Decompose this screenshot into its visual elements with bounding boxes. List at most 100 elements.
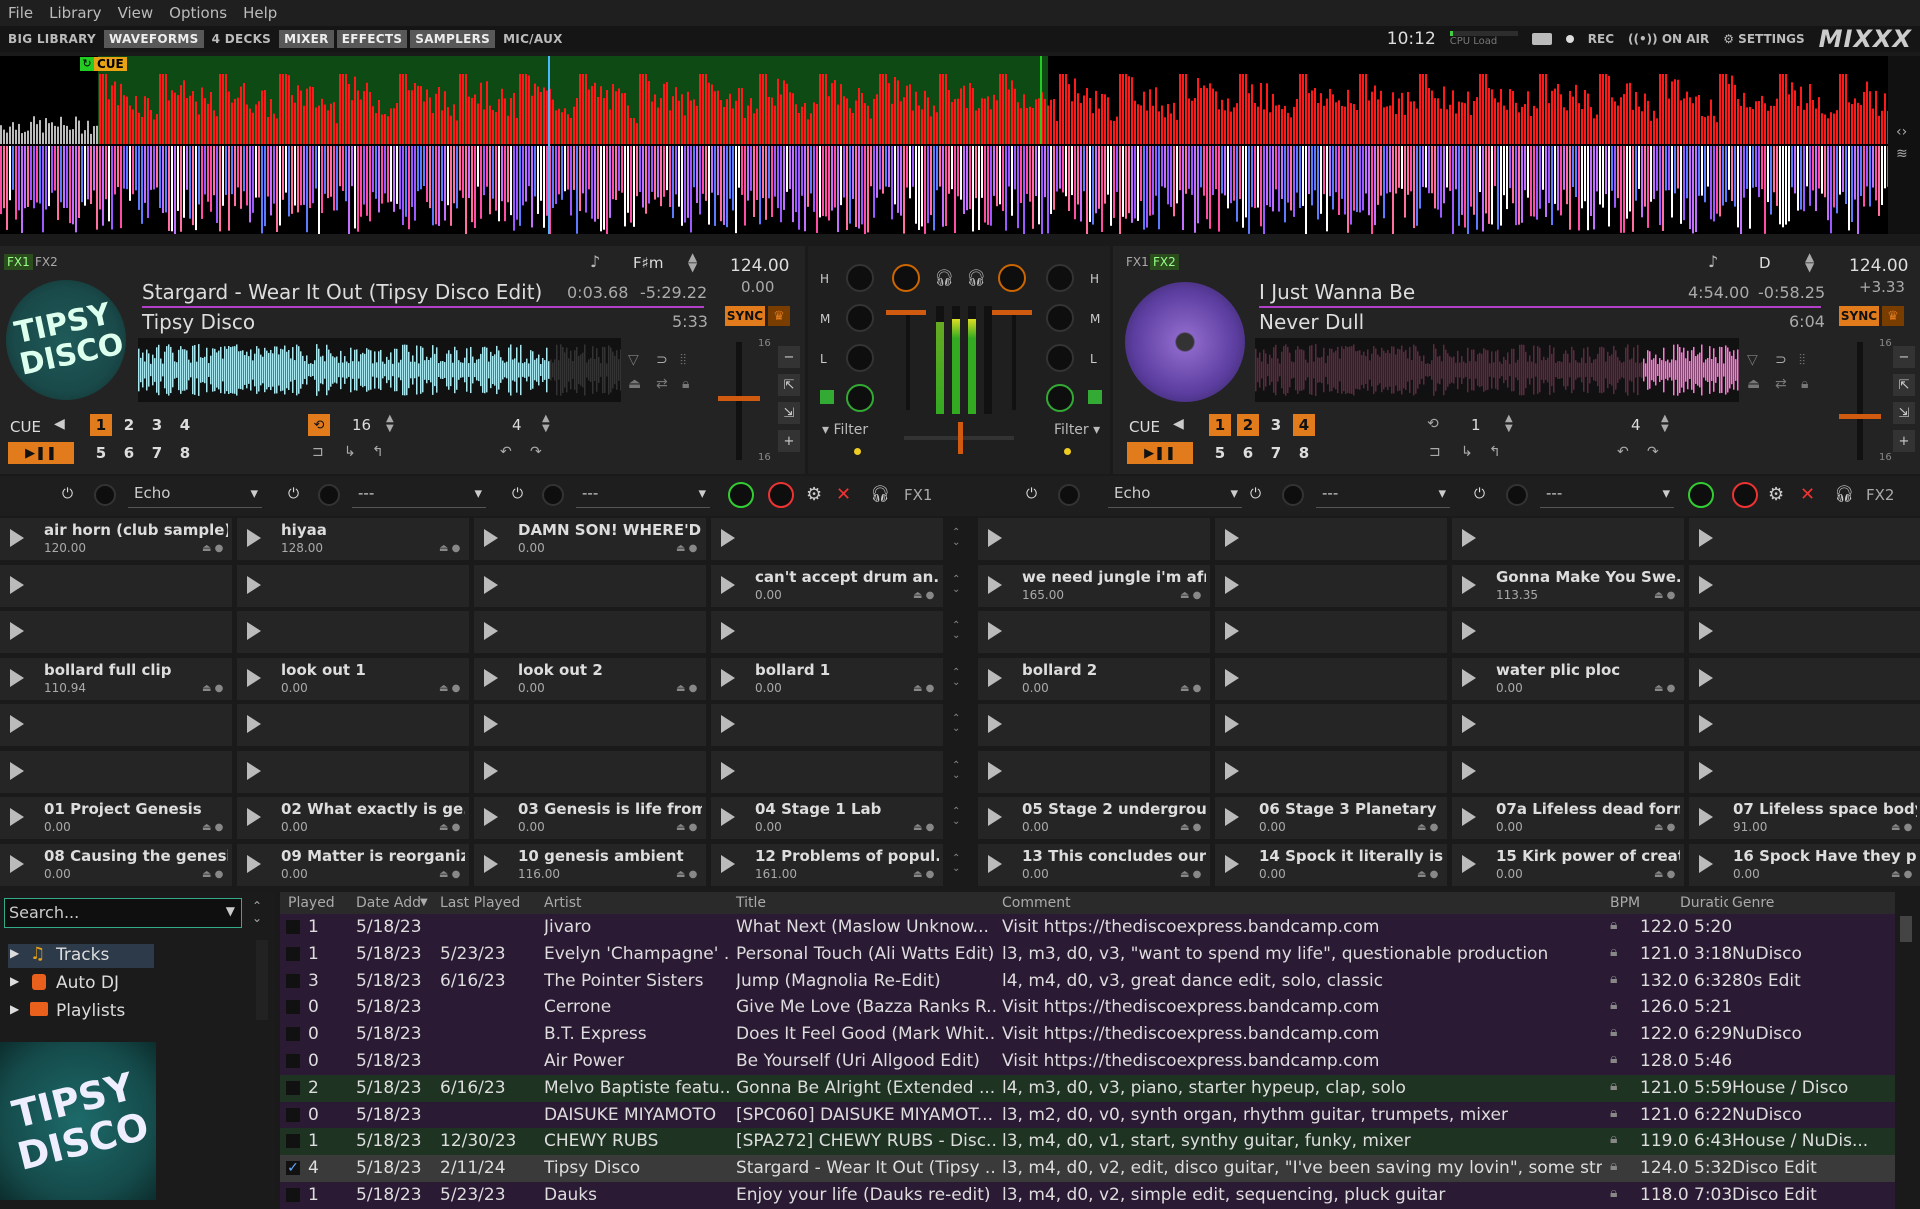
sampler-19[interactable]	[474, 611, 706, 653]
fx2-slot1-power-icon[interactable]: ⏻	[1026, 486, 1037, 502]
deck2-rate-minus[interactable]: −	[1893, 346, 1915, 368]
played-checkbox[interactable]	[286, 1134, 300, 1149]
sampler-39[interactable]	[1452, 704, 1684, 746]
sampler-play-icon[interactable]	[721, 854, 735, 873]
mixer-button[interactable]: MIXER	[279, 30, 334, 48]
played-checkbox[interactable]	[286, 946, 300, 961]
fx1-slot2-select[interactable]: --- ▾	[352, 484, 486, 508]
fx2-slot3-knob[interactable]	[1506, 484, 1528, 506]
fx2-slot2-select[interactable]: --- ▾	[1316, 484, 1450, 508]
played-checkbox[interactable]	[286, 973, 300, 988]
sampler-eject-icon[interactable]: ⏏ ●	[439, 543, 461, 554]
sampler-1[interactable]: air horn (club sample)... 120.00 ⏏ ●	[0, 518, 232, 560]
deck1-loop-toggle[interactable]: ⟲	[308, 414, 330, 436]
ch2-gain-knob[interactable]	[998, 264, 1026, 292]
deck1-rate-minus[interactable]: −	[778, 346, 800, 368]
bpm-lock-icon[interactable]: 🔒︎	[1610, 917, 1617, 933]
sampler-3[interactable]: DAMN SON! WHERE'D ...0.00⏏ ●	[474, 518, 706, 560]
sampler-10[interactable]	[237, 564, 469, 607]
sampler-14[interactable]	[1215, 564, 1447, 607]
tracks-expand-icon[interactable]: ▶	[10, 946, 19, 960]
sampler-play-icon[interactable]	[484, 761, 498, 780]
sampler-play-icon[interactable]	[247, 668, 261, 687]
sampler-37[interactable]	[978, 704, 1210, 746]
sampler-play-icon[interactable]	[484, 808, 498, 826]
sampler-eject-icon[interactable]: ⏏ ●	[202, 683, 224, 694]
sampler-eject-icon[interactable]: ⏏ ●	[913, 822, 935, 833]
table-row[interactable]: 2 5/18/23 6/16/23 Melvo Baptiste featu... Go…	[280, 1074, 1895, 1102]
played-checkbox[interactable]	[286, 1080, 300, 1095]
deck1-fx1-toggle[interactable]: FX1	[4, 254, 33, 270]
fx1-slot2-knob[interactable]	[318, 484, 340, 506]
sampler-2[interactable]: hiyaa 128.00 ⏏ ●	[237, 518, 469, 560]
sampler-play-icon[interactable]	[721, 668, 735, 687]
deck2-cover-art[interactable]	[1125, 282, 1245, 402]
sampler-row-toggle-icon[interactable]: ⌃ ⌄	[952, 574, 960, 595]
sampler-eject-icon[interactable]: ⏏ ●	[676, 543, 698, 554]
fx2-slot2-power-icon[interactable]: ⏻	[1250, 486, 1261, 502]
sampler-row-toggle-icon[interactable]: ⌃ ⌄	[952, 528, 960, 548]
waveform-options-icon[interactable]: ≋	[1896, 146, 1908, 162]
deck1-key[interactable]: F♯m	[633, 254, 664, 272]
search-input[interactable]: Search... ▼	[4, 898, 242, 928]
rec-button[interactable]: REC	[1588, 32, 1614, 46]
sampler-54[interactable]: 06 Stage 3 Planetary 0.00 ⏏ ●	[1215, 797, 1447, 839]
sampler-40[interactable]	[1689, 704, 1920, 746]
deck2-hotcue-4[interactable]: 4	[1293, 414, 1315, 436]
deck2-hotcue-5[interactable]: 5	[1209, 442, 1231, 464]
bpm-lock-icon[interactable]: 🔒︎	[1610, 944, 1617, 960]
deck1-hotcue-2[interactable]: 2	[118, 414, 140, 436]
col-comment[interactable]: Comment	[1002, 895, 1071, 911]
deck1-hotcue-4[interactable]: 4	[174, 414, 196, 436]
deck1-cue-label[interactable]: CUE	[10, 418, 41, 436]
sampler-eject-icon[interactable]: ⏏ ●	[913, 683, 935, 694]
samplers-button[interactable]: SAMPLERS	[410, 30, 496, 48]
deck2-play-button[interactable]: ▶❚❚	[1127, 442, 1193, 464]
deck1-rate-plus[interactable]: +	[778, 430, 800, 452]
sampler-play-icon[interactable]	[1225, 668, 1239, 687]
col-duration[interactable]: Duration	[1680, 895, 1728, 911]
played-checkbox[interactable]	[286, 1000, 300, 1015]
sampler-play-icon[interactable]	[988, 808, 1002, 826]
fx1-clear-icon[interactable]: ✕	[836, 484, 851, 505]
col-genre[interactable]: Genre	[1732, 895, 1774, 911]
sampler-50[interactable]: 02 What exactly is ge... 0.00 ⏏ ●	[237, 797, 469, 839]
deck1-nudge-back[interactable]: ⇱	[778, 374, 800, 396]
fx1-super-knob[interactable]	[768, 482, 794, 508]
sidebar-item-playlists[interactable]: ▶ Playlists	[8, 1000, 154, 1024]
fx1-slot1-knob[interactable]	[94, 484, 116, 506]
sampler-9[interactable]	[0, 564, 232, 607]
sampler-play-icon[interactable]	[1699, 715, 1713, 733]
ch1-eq-kill-icon[interactable]	[820, 390, 834, 404]
ch2-volume-fader-handle[interactable]	[992, 310, 1032, 315]
fx2-slot3-power-icon[interactable]: ⏻	[1474, 486, 1485, 502]
broadcast-icon[interactable]	[1531, 33, 1552, 45]
sampler-34[interactable]	[237, 704, 469, 746]
sampler-play-icon[interactable]	[1225, 854, 1239, 873]
sampler-play-icon[interactable]	[1462, 854, 1476, 873]
menu-options[interactable]: Options	[161, 0, 235, 26]
fx1-settings-icon[interactable]: ⚙	[806, 484, 822, 505]
sampler-43[interactable]	[474, 750, 706, 793]
fx1-slot3-select[interactable]: --- ▾	[576, 484, 710, 508]
sampler-53[interactable]: 05 Stage 2 underground0.00⏏ ●	[978, 797, 1210, 839]
table-row[interactable]: 0 5/18/23 B.T. Express Does It Feel Good (M…	[280, 1021, 1895, 1048]
sampler-16[interactable]	[1689, 564, 1920, 607]
sampler-play-icon[interactable]	[721, 715, 735, 733]
sampler-play-icon[interactable]	[1699, 854, 1713, 873]
sampler-31[interactable]: water plic ploc 0.00 ⏏ ●	[1452, 657, 1684, 700]
bpm-lock-icon[interactable]: 🔒︎	[1610, 1158, 1617, 1174]
sampler-play-icon[interactable]	[484, 622, 498, 640]
sampler-play-icon[interactable]	[721, 622, 735, 640]
deck2-lock-icon[interactable]: 🔒︎	[1801, 376, 1808, 392]
played-checkbox[interactable]	[286, 1107, 300, 1122]
sampler-play-icon[interactable]	[988, 715, 1002, 733]
cue-marker[interactable]: ↻ CUE	[80, 57, 127, 71]
played-checkbox[interactable]	[286, 920, 300, 934]
sampler-11[interactable]	[474, 564, 706, 607]
col-date-added[interactable]: Date Added	[356, 895, 420, 911]
sampler-46[interactable]	[1215, 750, 1447, 793]
sampler-row-toggle-icon[interactable]: ⌃ ⌄	[952, 621, 960, 641]
sampler-41[interactable]	[0, 750, 232, 793]
sampler-eject-icon[interactable]: ⏏ ●	[1417, 869, 1439, 880]
